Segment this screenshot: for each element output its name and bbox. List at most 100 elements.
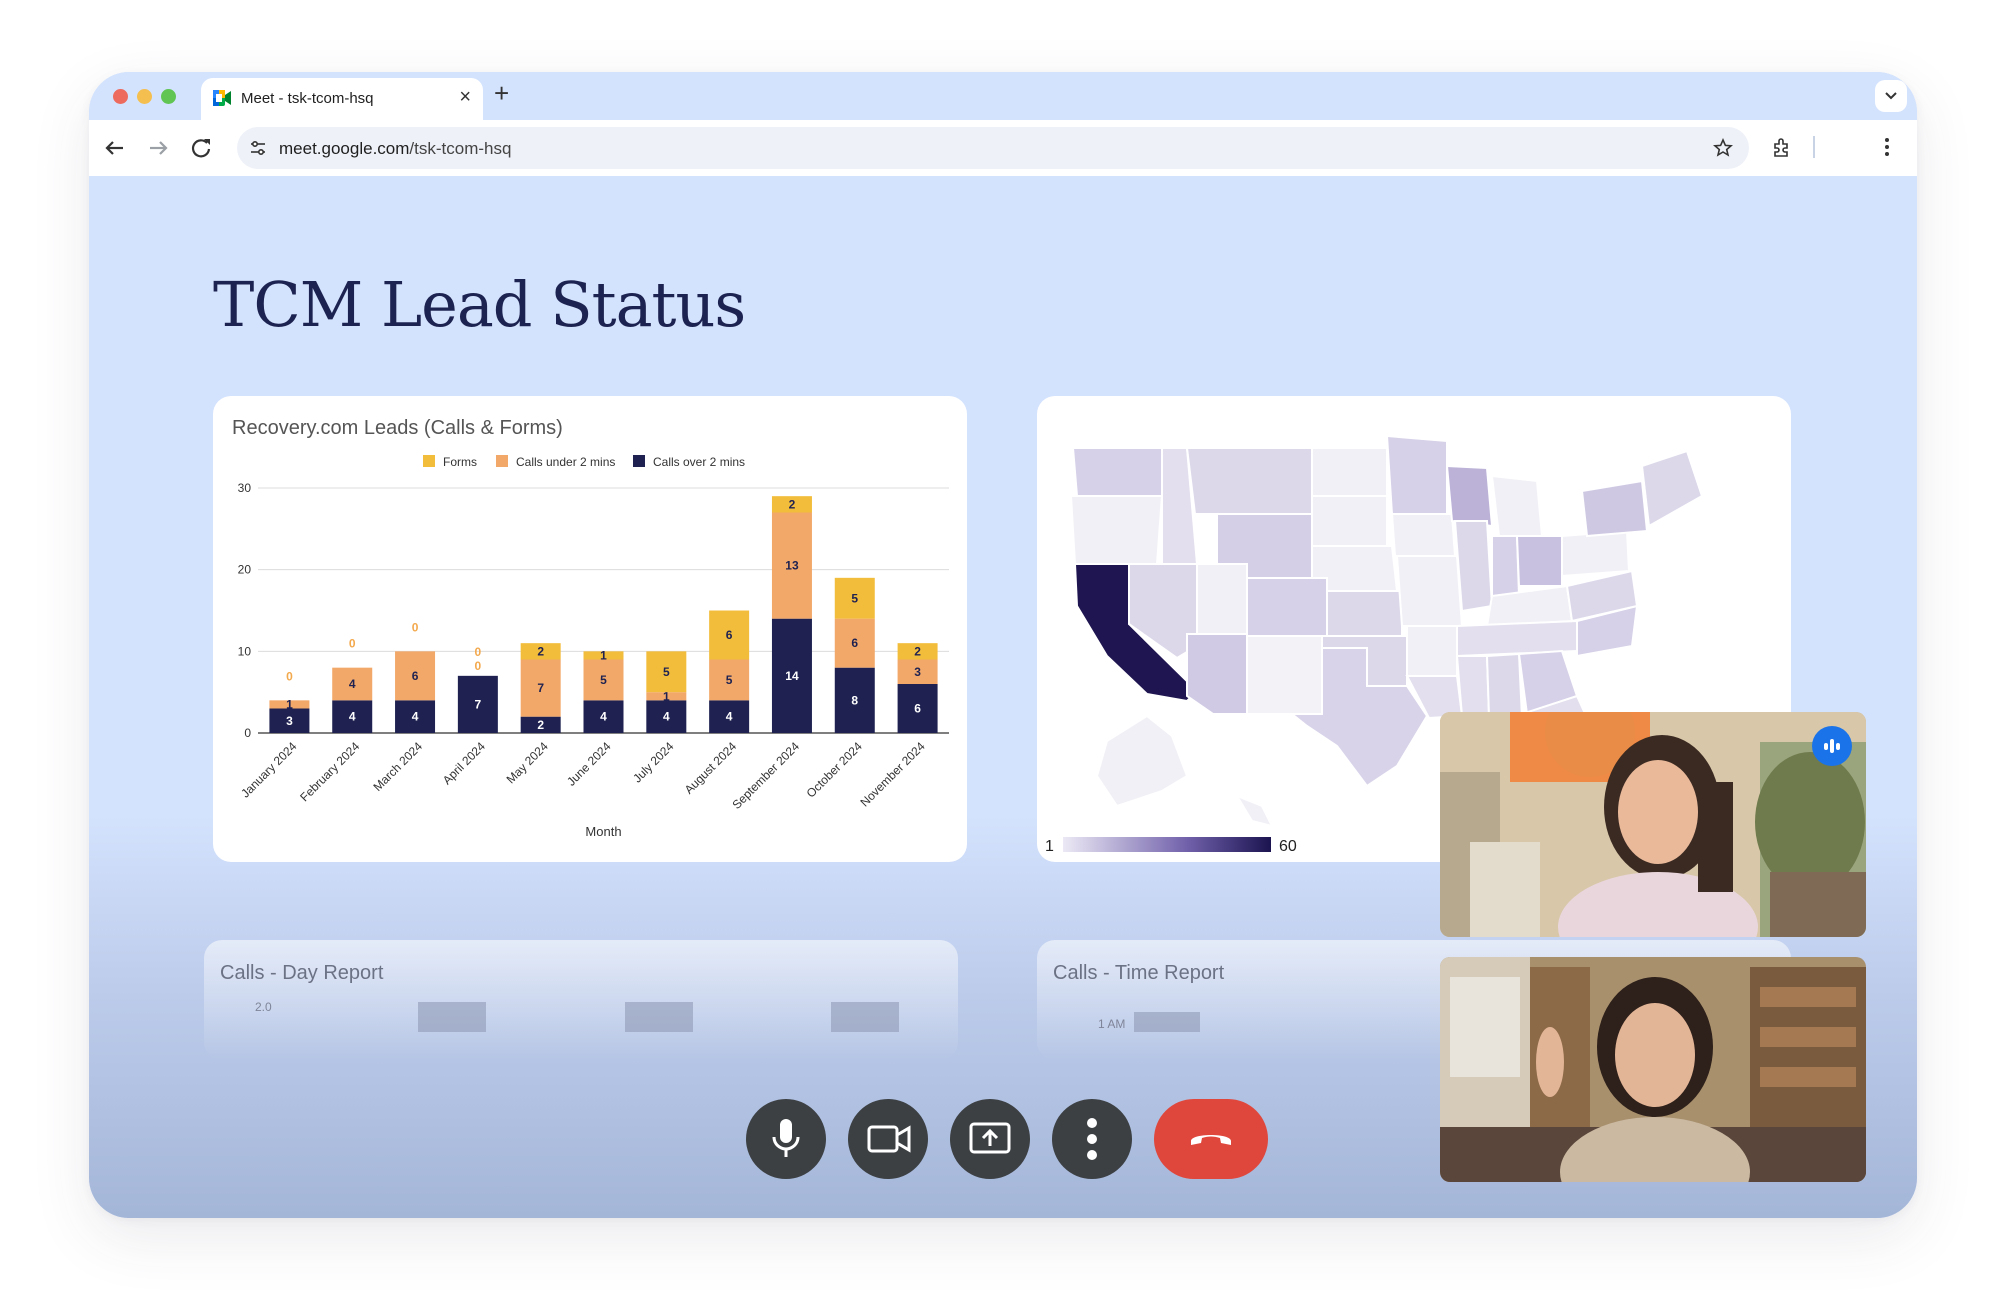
bar-value-label: 7: [537, 681, 544, 695]
bar-value-label: 3: [286, 714, 293, 728]
map-region-south-dakota: [1311, 495, 1388, 547]
extensions-icon[interactable]: [1771, 136, 1793, 158]
map-region-colorado: [1246, 577, 1328, 637]
map-region-kansas: [1326, 590, 1403, 637]
bar-value-label: 13: [785, 559, 799, 573]
bar-value-label: 6: [726, 628, 733, 642]
back-icon[interactable]: [101, 134, 129, 162]
present-button[interactable]: [950, 1099, 1030, 1179]
camera-button[interactable]: [848, 1099, 928, 1179]
day-report-bar: [625, 1002, 693, 1032]
map-region-alabama: [1485, 652, 1524, 720]
leave-call-button[interactable]: [1154, 1099, 1268, 1179]
bar-value-label: 1: [600, 648, 607, 662]
map-legend-min: 1: [1045, 838, 1054, 855]
tab-title: Meet - tsk-tcom-hsq: [241, 90, 374, 107]
x-tick-label: August 2024: [682, 739, 740, 797]
leads-bar-chart: 0102030Forms Calls under 2 mins Calls over…: [238, 455, 949, 839]
maximize-window-button[interactable]: [161, 89, 176, 104]
legend-swatch: [496, 455, 508, 467]
reload-icon[interactable]: [187, 134, 215, 162]
map-region-alaska: [1095, 714, 1189, 808]
bar-value-label: 2: [537, 644, 544, 658]
bar-value-label: 4: [726, 710, 733, 724]
y-tick-label: 30: [238, 481, 252, 495]
bar-value-label: 7: [475, 697, 482, 711]
tab-close-button[interactable]: ×: [459, 86, 471, 109]
x-tick-label: April 2024: [440, 739, 488, 787]
map-region-illinois: [1453, 520, 1494, 613]
map-region-pennsylvania: [1561, 529, 1631, 578]
site-info-icon[interactable]: [249, 139, 267, 157]
leads-chart-card: Recovery.com Leads (Calls & Forms) 0 10 20…: [213, 396, 967, 862]
x-tick-label: November 2024: [857, 739, 928, 810]
browser-toolbar: meet.google.com/tsk-tcom-hsq: [89, 120, 1917, 176]
url-host: meet.google.com: [279, 139, 410, 158]
participant-video-1: [1440, 712, 1866, 937]
map-region-wisconsin: [1445, 464, 1494, 528]
bar-value-label: 6: [914, 702, 921, 716]
calls-day-report-tick: 2.0: [255, 1000, 272, 1014]
participant-tile-1[interactable]: [1440, 712, 1866, 937]
bar-value-label: 5: [600, 673, 607, 687]
time-report-bar: [1134, 1012, 1200, 1032]
browser-menu-icon[interactable]: [1883, 136, 1891, 158]
bar-value-label: 2: [789, 497, 796, 511]
map-region-iowa: [1390, 513, 1457, 557]
bar-value-label: 0: [349, 637, 356, 651]
map-legend-gradient: [1063, 837, 1271, 852]
map-region-hawaii: [1234, 793, 1274, 828]
bar-value-label: 4: [412, 710, 419, 724]
x-tick-label: July 2024: [630, 739, 676, 785]
bar-value-label: 5: [663, 665, 670, 679]
map-region-arkansas: [1406, 625, 1458, 677]
bar-value-label: 6: [851, 636, 858, 650]
bookmark-star-icon[interactable]: [1713, 138, 1733, 158]
calls-time-report-title: Calls - Time Report: [1053, 962, 1225, 984]
calls-time-report-tick: 1 AM: [1098, 1017, 1126, 1031]
x-axis-label: Month: [585, 824, 621, 839]
url-text[interactable]: meet.google.com/tsk-tcom-hsq: [279, 139, 511, 159]
tab-meet[interactable]: Meet - tsk-tcom-hsq ×: [201, 78, 483, 120]
map-region-new-england: [1640, 449, 1704, 528]
microphone-button[interactable]: [746, 1099, 826, 1179]
bar-value-label: 5: [726, 673, 733, 687]
participant-tile-2[interactable]: [1440, 957, 1866, 1182]
bar-value-label: 0: [475, 659, 482, 673]
minimize-window-button[interactable]: [137, 89, 152, 104]
map-region-new-york: [1580, 479, 1649, 538]
url-path: /tsk-tcom-hsq: [409, 139, 512, 158]
bar-value-label: 8: [851, 693, 858, 707]
bar-value-label: 4: [349, 677, 356, 691]
tab-search-button[interactable]: [1875, 80, 1907, 112]
address-bar[interactable]: meet.google.com/tsk-tcom-hsq: [237, 127, 1749, 169]
x-tick-label: October 2024: [804, 739, 866, 801]
x-tick-label: June 2024: [564, 739, 614, 789]
new-tab-button[interactable]: +: [494, 78, 509, 109]
legend-label: Calls over 2 mins: [653, 455, 745, 469]
bar-value-label: 3: [914, 665, 921, 679]
day-report-bar: [418, 1002, 486, 1032]
mic-icon: [772, 1119, 800, 1157]
map-region-ohio: [1515, 535, 1563, 587]
map-region-arizona: [1186, 633, 1248, 715]
x-tick-label: September 2024: [729, 739, 802, 812]
map-region-washington: [1071, 447, 1163, 497]
x-tick-label: May 2024: [504, 739, 551, 786]
participant-video-2: [1440, 957, 1866, 1182]
bar-value-label: 0: [286, 669, 293, 683]
legend-swatch: [633, 455, 645, 467]
bar-value-label: 1: [286, 697, 293, 711]
bar-value-label: 5: [851, 591, 858, 605]
y-tick-label: 0: [244, 726, 251, 740]
map-legend-max: 60: [1279, 838, 1297, 855]
map-region-minnesota: [1385, 434, 1448, 515]
close-window-button[interactable]: [113, 89, 128, 104]
forward-icon[interactable]: [144, 134, 172, 162]
bar-value-label: 0: [412, 620, 419, 634]
x-tick-label: January 2024: [238, 739, 300, 801]
more-options-button[interactable]: [1052, 1099, 1132, 1179]
x-tick-label: March 2024: [370, 739, 425, 794]
map-region-utah: [1196, 563, 1248, 635]
bar-value-label: 2: [914, 644, 921, 658]
